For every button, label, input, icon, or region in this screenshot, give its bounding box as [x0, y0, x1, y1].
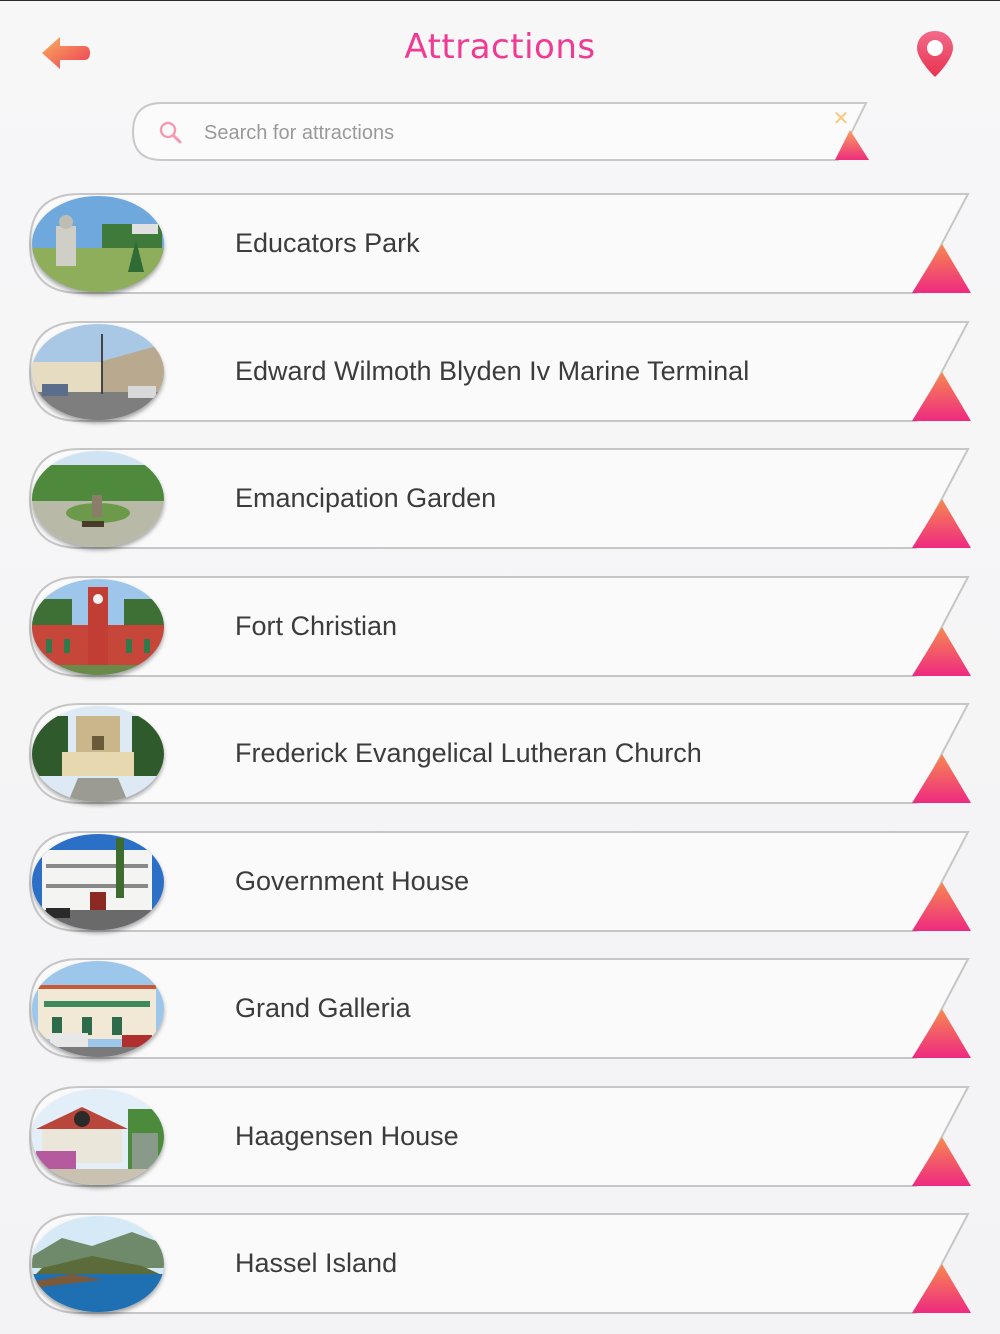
attraction-thumbnail	[32, 1089, 164, 1185]
list-item[interactable]: Government House	[28, 830, 974, 934]
attraction-photo	[32, 196, 164, 292]
list-item[interactable]: Edward Wilmoth Blyden Iv Marine Terminal	[28, 320, 974, 424]
row-frame	[28, 1213, 971, 1314]
row-frame	[28, 958, 971, 1059]
attraction-name: Educators Park	[235, 228, 420, 258]
attraction-thumbnail	[32, 706, 164, 802]
attraction-photo	[32, 834, 164, 930]
attraction-photo	[32, 706, 164, 802]
attraction-thumbnail	[32, 196, 164, 292]
attraction-name: Edward Wilmoth Blyden Iv Marine Terminal	[235, 356, 750, 386]
list-item[interactable]: Educators Park	[28, 192, 974, 296]
page-title: Attractions	[404, 27, 596, 67]
attraction-name: Government House	[235, 866, 470, 896]
row-frame	[28, 448, 971, 549]
row-frame	[28, 831, 971, 932]
attraction-photo	[32, 1216, 164, 1312]
attraction-photo	[32, 451, 164, 547]
list-item[interactable]: Emancipation Garden	[28, 447, 974, 551]
header: Attractions	[0, 1, 1000, 101]
attraction-thumbnail	[32, 1216, 164, 1312]
attraction-name: Grand Galleria	[235, 993, 411, 1023]
attraction-photo	[32, 579, 164, 675]
list-item[interactable]: Grand Galleria	[28, 957, 974, 1061]
search-icon	[159, 121, 182, 144]
row-frame	[28, 1086, 971, 1187]
attraction-photo	[32, 324, 164, 420]
list-item[interactable]: Hassel Island	[28, 1212, 974, 1316]
list-item[interactable]: Fort Christian	[28, 575, 974, 679]
row-frame	[28, 193, 971, 294]
attraction-name: Frederick Evangelical Lutheran Church	[235, 738, 702, 768]
attraction-name: Haagensen House	[235, 1121, 459, 1151]
attraction-name: Fort Christian	[235, 611, 398, 641]
search-input[interactable]	[202, 116, 806, 150]
attraction-thumbnail	[32, 451, 164, 547]
attraction-thumbnail	[32, 579, 164, 675]
attraction-photo	[32, 961, 164, 1057]
attraction-photo	[32, 1089, 164, 1185]
attractions-screen: Attractions Search for attractions ✕ Edu…	[0, 0, 1000, 1334]
attraction-thumbnail	[32, 324, 164, 420]
list-item[interactable]: Haagensen House	[28, 1085, 974, 1189]
attraction-name: Hassel Island	[235, 1248, 398, 1278]
attraction-thumbnail	[32, 834, 164, 930]
clear-icon[interactable]: ✕	[830, 108, 852, 130]
attraction-thumbnail	[32, 961, 164, 1057]
map-pin-icon	[917, 31, 953, 77]
attraction-name: Emancipation Garden	[235, 483, 497, 513]
row-frame	[28, 576, 971, 677]
map-button[interactable]	[912, 29, 958, 81]
search-bar: ✕	[132, 102, 872, 162]
list-item[interactable]: Frederick Evangelical Lutheran Church	[28, 702, 974, 806]
